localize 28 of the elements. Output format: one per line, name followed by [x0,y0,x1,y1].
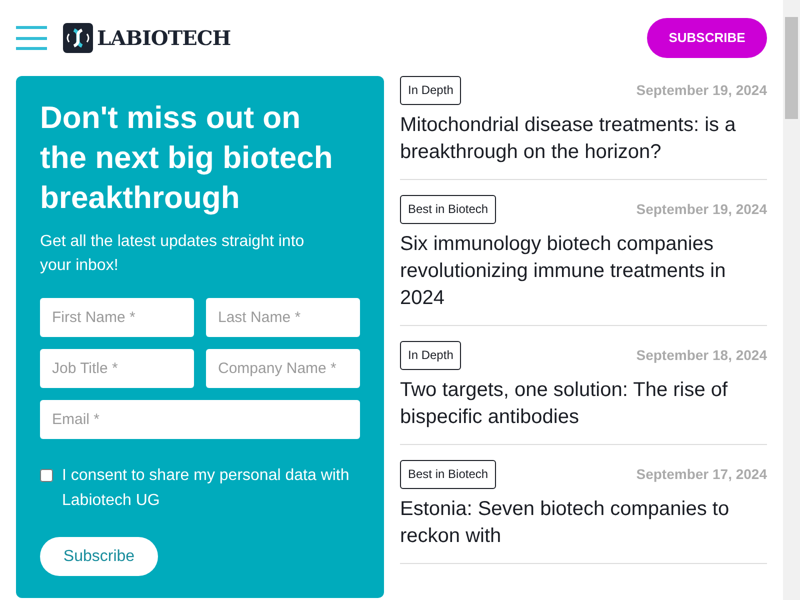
article-title[interactable]: Mitochondrial disease treatments: is a breakthrough on the horizon? [400,112,767,166]
subscribe-button[interactable]: SUBSCRIBE [647,18,767,58]
article-title[interactable]: Estonia: Seven biotech companies to reckon with [400,496,767,550]
article-date: September 17, 2024 [636,465,767,484]
input-field[interactable]: First Name * [40,298,194,337]
subscribe-button[interactable]: Subscribe [40,537,158,576]
consent-checkbox[interactable] [40,469,53,482]
menu-icon[interactable] [16,26,47,50]
category-tag[interactable]: In Depth [400,76,462,105]
logo-text[interactable]: LABIOTECH [97,23,231,53]
logo-icon [63,23,93,53]
input-field[interactable]: Last Name * [206,298,360,337]
input-field[interactable]: Email * [40,400,360,439]
category-tag[interactable]: Best in Biotech [400,195,496,224]
signup-heading: Don't miss out on the next big biotech breakthrough [40,99,334,217]
article-title[interactable]: Two targets, one solution: The rise of bispecific antibodies [400,377,767,431]
article-date: September 19, 2024 [636,200,767,219]
signup-subheading: Get all the latest updates straight into your inbox! [40,232,306,276]
scrollbar[interactable] [783,0,800,600]
input-field[interactable]: Company Name * [206,349,360,388]
consent-label: I consent to share my personal data with Labiotech UG [62,466,350,511]
category-tag[interactable]: Best in Biotech [400,460,496,489]
article-date: September 18, 2024 [636,346,767,365]
article-date: September 19, 2024 [636,81,767,100]
category-tag[interactable]: In Depth [400,341,462,370]
input-field[interactable]: Job Title * [40,349,194,388]
scrollbar-thumb[interactable] [785,17,798,119]
article-title[interactable]: Six immunology biotech companies revolutionizing immune treatments in 2024 [400,231,767,312]
